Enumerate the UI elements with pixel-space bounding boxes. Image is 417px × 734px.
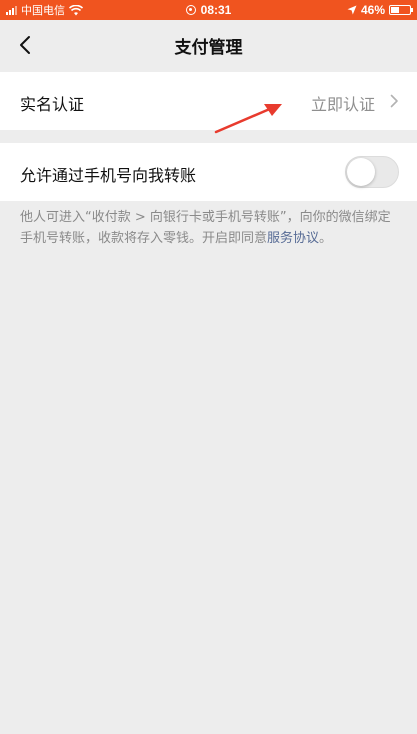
service-agreement-link[interactable]: 服务协议 (267, 231, 319, 246)
toggle-knob (347, 158, 375, 186)
phone-transfer-toggle[interactable] (345, 156, 399, 188)
red-annotation-arrow-icon (214, 104, 282, 134)
battery-percent: 46% (360, 3, 385, 17)
nav-bar: 支付管理 (0, 20, 417, 70)
real-name-verification-row[interactable]: 实名认证 立即认证 (0, 72, 417, 130)
note-end: 。 (319, 231, 333, 246)
battery-fill (391, 7, 400, 13)
status-right: 46% (347, 2, 413, 18)
transfer-note: 他人可进入“收付款 > 向银行卡或手机号转账”，向你的微信绑定手机号转账，收款将… (20, 207, 400, 249)
page-title: 支付管理 (174, 38, 243, 58)
status-bar: 中国电信 08:31 46% (0, 0, 417, 20)
location-arrow-icon (347, 5, 357, 15)
battery-icon (389, 5, 413, 15)
chevron-right-icon (390, 94, 398, 108)
verify-now-value: 立即认证 (310, 95, 375, 114)
payment-management-screen: 中国电信 08:31 46% 支付管理 实名认证 立即认证 允许通过手机号向我转… (0, 0, 417, 734)
phone-transfer-row: 允许通过手机号向我转账 (0, 143, 417, 201)
screen-record-icon (185, 5, 196, 15)
phone-transfer-label: 允许通过手机号向我转账 (20, 166, 197, 185)
note-text: 他人可进入“收付款 > 向银行卡或手机号转账”，向你的微信绑定手机号转账，收款将… (20, 210, 391, 246)
real-name-label: 实名认证 (20, 95, 85, 114)
status-time: 08:31 (200, 3, 232, 17)
